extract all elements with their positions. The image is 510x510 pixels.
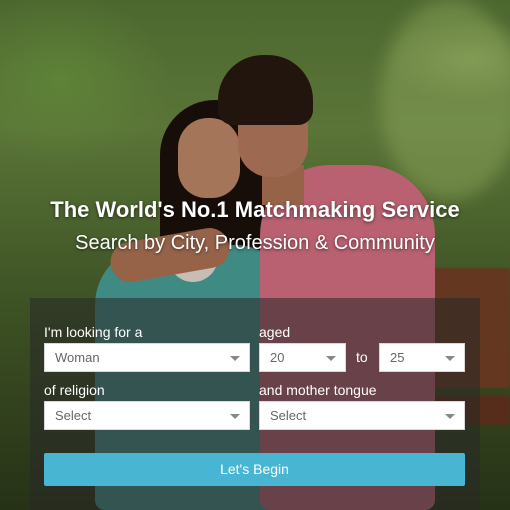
religion-value: Select [55, 408, 92, 423]
page-subheadline: Search by City, Profession & Community [75, 232, 435, 254]
looking-for-label: I'm looking for a [44, 324, 143, 340]
chevron-down-icon [230, 356, 240, 361]
age-to-select[interactable]: 25 [379, 343, 465, 372]
looking-for-select[interactable]: Woman [44, 343, 250, 372]
page-headline: The World's No.1 Matchmaking Service [50, 197, 460, 222]
chevron-down-icon [445, 414, 455, 419]
aged-label: aged [259, 324, 291, 340]
religion-label: of religion [44, 382, 105, 398]
looking-for-value: Woman [55, 350, 100, 365]
to-label: to [356, 349, 368, 365]
age-from-select[interactable]: 20 [259, 343, 346, 372]
chevron-down-icon [445, 356, 455, 361]
chevron-down-icon [230, 414, 240, 419]
religion-select[interactable]: Select [44, 401, 250, 430]
mother-tongue-select[interactable]: Select [259, 401, 465, 430]
age-from-value: 20 [270, 350, 285, 365]
lets-begin-button[interactable]: Let's Begin [44, 453, 465, 486]
age-to-value: 25 [390, 350, 405, 365]
hero-section: The World's No.1 Matchmaking Service Sea… [0, 0, 510, 510]
mother-tongue-label: and mother tongue [259, 382, 377, 398]
chevron-down-icon [326, 356, 336, 361]
mother-tongue-value: Select [270, 408, 307, 423]
